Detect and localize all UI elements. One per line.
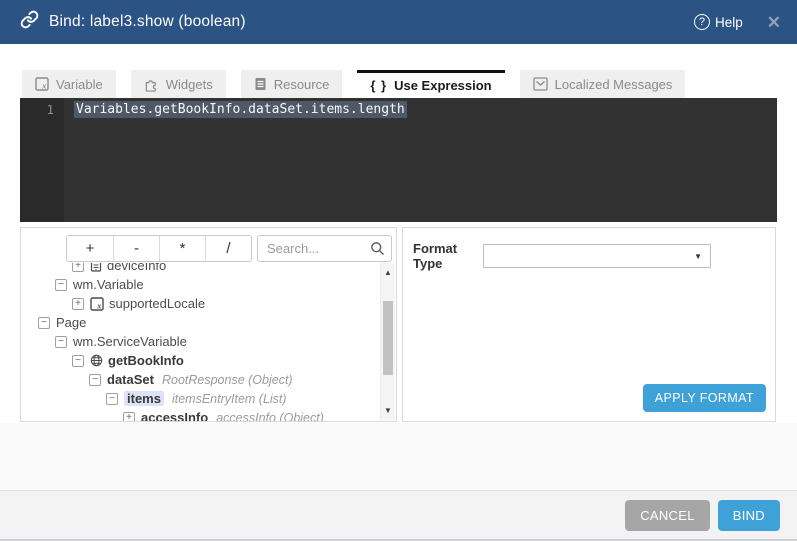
dialog-footer: CANCEL BIND [0,490,797,539]
braces-icon: { } [370,78,387,93]
device-icon [90,263,102,272]
format-type-label: Format Type [413,241,483,271]
bind-tabs: x Variable Widgets Resource { } Use Expressio… [22,70,685,98]
tab-widgets[interactable]: Widgets [131,70,226,98]
tree-node-supportedLocale[interactable]: + x supportedLocale [21,294,379,313]
tab-use-expression[interactable]: { } Use Expression [357,70,504,98]
collapse-icon[interactable]: − [38,317,50,329]
tab-label: Variable [56,77,103,92]
expand-icon[interactable]: + [123,412,135,422]
scroll-up-icon[interactable]: ▲ [381,265,395,280]
dialog-title: Bind: label3.show (boolean) [49,13,694,31]
editor-gutter: 1 [20,98,64,222]
bind-dialog: Bind: label3.show (boolean) ? Help ✕ x Va… [0,0,797,541]
tree-node-Page[interactable]: −Page [21,313,379,332]
tree-node-label[interactable]: wm.Variable [73,277,144,292]
tree-node-type: accessInfo (Object) [216,411,324,422]
bind-tree: +deviceInfo−wm.Variable+xsupportedLocale… [21,263,379,421]
scroll-down-icon[interactable]: ▼ [381,403,395,418]
tree-node-label[interactable]: Page [56,315,86,330]
expression-editor[interactable]: 1 Variables.getBookInfo.dataSet.items.le… [20,98,777,222]
link-icon [20,10,39,34]
variable-icon: x [90,297,104,311]
help-label: Help [715,15,743,30]
help-icon: ? [694,14,710,30]
dialog-lower-area [0,423,797,490]
tree-node-label[interactable]: items [124,391,164,406]
expand-icon[interactable]: + [72,263,84,272]
collapse-icon[interactable]: − [89,374,101,386]
expression-toolbar: +-*/ [66,235,392,262]
widgets-icon [144,77,159,92]
operator-button-plus[interactable]: + [67,236,113,261]
operator-button-divide[interactable]: / [205,236,251,261]
tree-node-wm.Variable[interactable]: −wm.Variable [21,275,379,294]
operator-group: +-*/ [66,235,252,262]
format-type-row: Format Type ▼ [413,241,775,271]
tab-label: Resource [274,77,330,92]
localized-messages-icon [533,77,548,91]
expression-text[interactable]: Variables.getBookInfo.dataSet.items.leng… [74,101,407,118]
tree-node-label[interactable]: supportedLocale [109,296,205,311]
collapse-icon[interactable]: − [72,355,84,367]
tree-node-type: itemsEntryItem (List) [172,392,287,406]
expression-line[interactable]: Variables.getBookInfo.dataSet.items.leng… [74,102,407,117]
tree-node-label[interactable]: accessInfo [141,410,208,421]
format-panel: Format Type ▼ APPLY FORMAT [402,227,776,422]
operator-button-minus[interactable]: - [113,236,159,261]
help-button[interactable]: ? Help [694,14,743,30]
tab-localized-messages[interactable]: Localized Messages [520,70,686,98]
scrollbar-thumb[interactable] [383,301,393,375]
tree-node-wm.ServiceVariable[interactable]: −wm.ServiceVariable [21,332,379,351]
tree-node-label[interactable]: deviceInfo [107,263,166,273]
tree-node-label[interactable]: dataSet [107,372,154,387]
collapse-icon[interactable]: − [55,279,67,291]
line-number: 1 [46,102,54,117]
tree-node-deviceInfo[interactable]: + deviceInfo [21,263,379,275]
tab-resource[interactable]: Resource [241,70,343,98]
tree-node-type: RootResponse (Object) [162,373,293,387]
collapse-icon[interactable]: − [55,336,67,348]
tree-scrollbar[interactable]: ▲ ▼ [380,263,395,420]
tree-node-label[interactable]: wm.ServiceVariable [73,334,187,349]
operator-button-multiply[interactable]: * [159,236,205,261]
close-icon[interactable]: ✕ [767,14,781,31]
variable-tree-panel: +-*/ +deviceInfo−wm.Variable+xsupportedL… [20,227,397,422]
expand-icon[interactable]: + [72,298,84,310]
tree-node-label[interactable]: getBookInfo [108,353,184,368]
dialog-header: Bind: label3.show (boolean) ? Help ✕ [0,0,797,44]
variable-icon: x [35,77,49,91]
collapse-icon[interactable]: − [106,393,118,405]
tab-label: Use Expression [394,78,492,93]
tree-node-dataSet[interactable]: −dataSet RootResponse (Object) [21,370,379,389]
tree-node-getBookInfo[interactable]: − getBookInfo [21,351,379,370]
apply-format-button[interactable]: APPLY FORMAT [643,384,766,412]
resource-icon [254,77,267,91]
bind-button[interactable]: BIND [718,500,780,531]
cancel-button[interactable]: CANCEL [625,500,710,531]
svg-text:x: x [41,82,46,91]
format-type-value [484,245,710,249]
format-type-select[interactable]: ▼ [483,244,711,268]
search-icon [370,241,385,261]
svg-text:x: x [96,301,101,310]
tab-label: Widgets [166,77,213,92]
tree-node-accessInfo[interactable]: + accessInfo accessInfo (Object) [21,408,379,421]
chevron-down-icon: ▼ [694,252,702,261]
tree-node-items[interactable]: −items itemsEntryItem (List) [21,389,379,408]
tab-variable[interactable]: x Variable [22,70,116,98]
search-box [257,235,392,262]
globe-icon [90,354,103,367]
tab-label: Localized Messages [555,77,673,92]
